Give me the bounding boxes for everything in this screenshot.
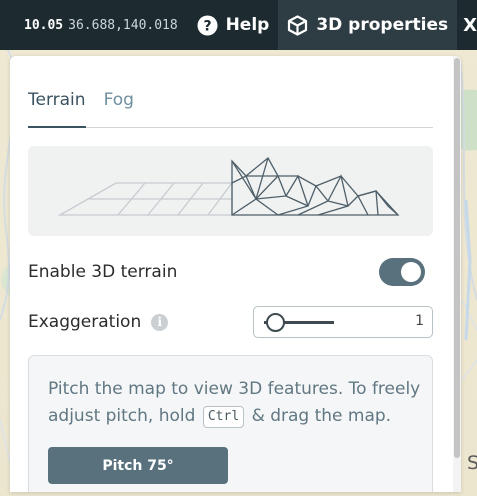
info-icon[interactable]: i	[151, 313, 169, 331]
info-text-after: & drag the map.	[251, 406, 392, 426]
pitch-info-box: Pitch the map to view 3D features. To fr…	[28, 355, 433, 492]
exaggeration-label: Exaggeration	[28, 312, 142, 332]
enable-terrain-label: Enable 3D terrain	[28, 262, 178, 282]
map-place-label: S	[466, 452, 477, 474]
panel-scrollbar[interactable]	[453, 56, 461, 492]
tab-terrain[interactable]: Terrain	[28, 84, 86, 128]
enable-terrain-toggle[interactable]	[379, 258, 425, 286]
close-button[interactable]: X	[457, 15, 477, 36]
exaggeration-slider[interactable]: 1	[253, 306, 433, 338]
help-button[interactable]: ? Help	[188, 0, 279, 50]
pitch-info-text: Pitch the map to view 3D features. To fr…	[48, 376, 428, 430]
zoom-level: 10.05	[24, 17, 64, 33]
exaggeration-value: 1	[415, 313, 424, 329]
question-circle-icon: ?	[197, 15, 218, 35]
panel-tabs: Terrain Fog	[28, 84, 433, 128]
svg-text:?: ?	[203, 18, 211, 34]
pitch-button[interactable]: Pitch 75°	[48, 447, 228, 484]
toggle-knob	[401, 262, 421, 282]
cube-icon	[288, 14, 308, 36]
3d-properties-panel: Terrain Fog Enable 3D terrain Exaggerati…	[10, 56, 461, 492]
scrollbar-thumb[interactable]	[454, 58, 460, 458]
3d-properties-label: 3D properties	[316, 15, 449, 35]
3d-properties-button[interactable]: 3D properties	[278, 0, 458, 50]
ctrl-key: Ctrl	[202, 406, 245, 428]
enable-terrain-row: Enable 3D terrain	[28, 256, 433, 288]
tab-fog[interactable]: Fog	[104, 84, 134, 128]
top-toolbar: 10.05 36.688,140.018 ? Help 3D properties…	[0, 0, 477, 50]
terrain-mesh-graphic	[57, 157, 400, 216]
exaggeration-row: Exaggeration i 1	[28, 306, 433, 338]
coordinates-readout: 10.05 36.688,140.018	[0, 18, 188, 33]
lat-lng: 36.688,140.018	[68, 17, 178, 33]
slider-thumb[interactable]	[266, 313, 285, 332]
terrain-illustration	[28, 146, 433, 236]
help-label: Help	[225, 15, 270, 35]
